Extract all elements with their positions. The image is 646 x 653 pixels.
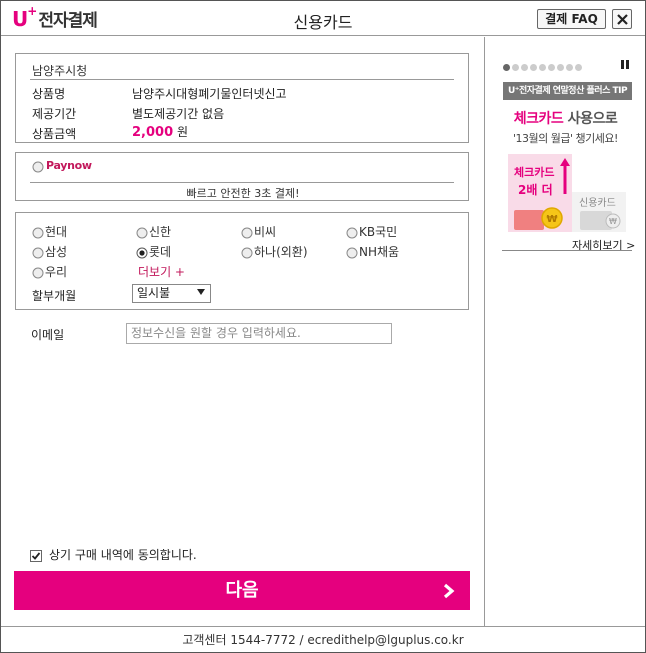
product-value: 남양주시대형폐기물인터넷신고 <box>132 87 287 101</box>
close-button[interactable] <box>612 9 632 29</box>
shop-name: 남양주시청 <box>32 64 88 78</box>
card-option-shinhan[interactable]: 신한 <box>136 223 171 240</box>
tip-headline-highlight: 체크카드 <box>513 111 564 127</box>
slide-dot[interactable] <box>557 64 564 71</box>
card-option-bc[interactable]: 비씨 <box>241 223 276 240</box>
check-card-badge: 2배 더 <box>518 182 553 197</box>
card-option-lotte[interactable]: 롯데 <box>136 243 171 260</box>
card-option-kb[interactable]: KB국민 <box>346 223 397 240</box>
card-comparison-illustration: 체크카드 2배 더 ₩ 신용카드 ₩ <box>508 154 626 232</box>
chevron-right-icon <box>443 583 455 599</box>
card-selection: 현대 신한 비씨 KB국민 삼성 롯데 하나(외환) NH채움 우리 더보기 +… <box>15 212 469 310</box>
agree-label: 상기 구매 내역에 동의합니다. <box>49 548 197 562</box>
card-label: 우리 <box>45 265 68 279</box>
next-button-label: 다음 <box>225 580 259 601</box>
installment-select[interactable]: 일시불 <box>132 284 211 303</box>
card-option-samsung[interactable]: 삼성 <box>32 243 67 260</box>
pause-icon[interactable] <box>621 60 629 69</box>
slide-dot[interactable] <box>503 64 510 71</box>
faq-button[interactable]: 결제 FAQ <box>537 9 606 29</box>
payment-window: U+ 전자결제 신용카드 결제 FAQ 남양주시청 상품명 남양주시대형폐기물인터… <box>0 0 646 653</box>
header: U+ 전자결제 신용카드 결제 FAQ <box>1 1 645 36</box>
amount-unit: 원 <box>176 125 188 139</box>
installment-value: 일시불 <box>137 286 171 300</box>
credit-card-label: 신용카드 <box>579 197 616 209</box>
divider <box>30 182 454 183</box>
svg-text:₩: ₩ <box>609 217 617 226</box>
slide-dot[interactable] <box>512 64 519 71</box>
card-label: 삼성 <box>45 245 68 259</box>
tip-headline-rest: 사용으로 <box>563 111 618 127</box>
card-label: 현대 <box>45 225 68 239</box>
paynow-description: 빠르고 안전한 3초 결제! <box>186 187 300 200</box>
email-label: 이메일 <box>31 328 65 342</box>
svg-text:₩: ₩ <box>546 214 557 225</box>
slide-dot[interactable] <box>566 64 573 71</box>
radio-icon <box>241 227 253 238</box>
divider <box>30 79 454 80</box>
installment-label: 할부개월 <box>32 289 77 303</box>
radio-icon <box>32 247 44 258</box>
slide-dot[interactable] <box>575 64 582 71</box>
divider <box>502 250 632 251</box>
radio-icon <box>32 227 44 238</box>
amount-row: 2,000 원 <box>132 123 188 140</box>
period-value: 별도제공기간 없음 <box>132 107 225 121</box>
footer-contact: 고객센터 1544-7772 / ecredithelp@lguplus.co.… <box>1 626 645 652</box>
radio-selected-icon <box>136 247 148 258</box>
radio-icon <box>32 267 44 278</box>
close-icon <box>617 14 628 25</box>
agree-checkbox[interactable]: 상기 구매 내역에 동의합니다. <box>30 546 197 563</box>
email-input[interactable]: 정보수신을 원할 경우 입력하세요. <box>126 323 392 344</box>
card-label: 신한 <box>149 225 172 239</box>
card-label: KB국민 <box>359 225 398 239</box>
radio-icon <box>346 247 358 258</box>
amount-label: 상품금액 <box>32 127 77 141</box>
card-label: 비씨 <box>254 225 277 239</box>
tip-subline: '13월의 월급' 챙기세요! <box>513 132 618 145</box>
main-panel: 남양주시청 상품명 남양주시대형폐기물인터넷신고 제공기간 별도제공기간 없음 … <box>1 37 485 626</box>
next-button[interactable]: 다음 <box>14 571 470 610</box>
slide-dot[interactable] <box>521 64 528 71</box>
checkbox-checked-icon <box>30 549 42 562</box>
period-label: 제공기간 <box>32 107 77 121</box>
card-option-hana[interactable]: 하나(외환) <box>241 243 308 260</box>
paynow-radio[interactable] <box>32 161 44 173</box>
promo-banner: U⁺전자결제 연말정산 플러스 TIP 체크카드 사용으로 '13월의 월급' … <box>486 37 645 626</box>
radio-icon <box>136 227 148 238</box>
paynow-logo: Paynow <box>46 159 92 172</box>
card-option-woori[interactable]: 우리 <box>32 263 67 280</box>
card-option-hyundai[interactable]: 현대 <box>32 223 67 240</box>
product-label: 상품명 <box>32 87 66 101</box>
slide-indicators <box>503 60 584 74</box>
order-summary: 남양주시청 상품명 남양주시대형폐기물인터넷신고 제공기간 별도제공기간 없음 … <box>15 53 469 143</box>
slide-dot[interactable] <box>548 64 555 71</box>
tip-headline: 체크카드 사용으로 <box>486 108 645 128</box>
slide-dot[interactable] <box>530 64 537 71</box>
radio-icon <box>241 247 253 258</box>
dropdown-arrow-icon <box>197 289 205 295</box>
card-label: 롯데 <box>149 245 172 259</box>
more-cards-link[interactable]: 더보기 + <box>138 263 185 280</box>
card-label: 하나(외환) <box>254 245 308 259</box>
paynow-section: Paynow 빠르고 안전한 3초 결제! <box>15 152 469 201</box>
card-label: NH채움 <box>359 245 400 259</box>
card-option-nh[interactable]: NH채움 <box>346 243 399 260</box>
slide-dot[interactable] <box>539 64 546 71</box>
tip-title: U⁺전자결제 연말정산 플러스 TIP <box>503 82 632 100</box>
check-card-label: 체크카드 <box>514 165 554 179</box>
amount-value: 2,000 <box>132 125 174 140</box>
radio-icon <box>346 227 358 238</box>
